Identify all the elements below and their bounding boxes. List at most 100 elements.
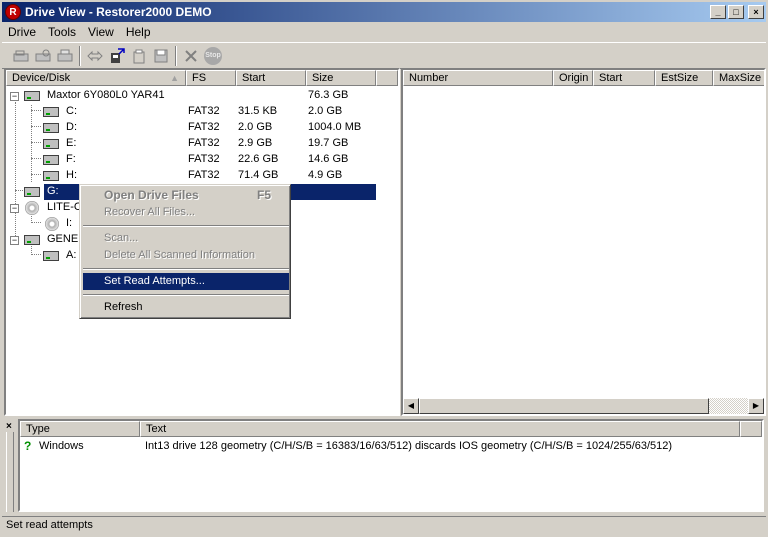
toolbar-separator (79, 45, 81, 66)
partition-name: E: (66, 137, 77, 149)
scan-results-pane[interactable]: Number Origin Start EstSize MaxSize ◀ ▶ (401, 68, 766, 416)
menu-separator (83, 294, 289, 296)
app-icon[interactable]: R (5, 4, 21, 20)
partition-size: 19.7 GB (308, 137, 349, 149)
close-log-icon[interactable]: × (6, 421, 12, 432)
horizontal-scrollbar[interactable]: ◀ ▶ (403, 398, 764, 414)
column-filler (376, 70, 398, 86)
log-splitter[interactable] (6, 432, 14, 512)
title-bar[interactable]: R Drive View - Restorer2000 DEMO _ □ × (2, 2, 766, 22)
partition-start: 2.0 GB (238, 121, 273, 133)
menu-open-drive-files[interactable]: Open Drive Files F5 (83, 187, 289, 204)
menu-tools[interactable]: Tools (42, 23, 82, 41)
print-icon[interactable] (54, 45, 76, 67)
status-bar: Set read attempts (2, 516, 766, 535)
menu-help[interactable]: Help (120, 23, 157, 41)
partition-name: H: (66, 169, 77, 181)
column-start[interactable]: Start (236, 70, 306, 86)
menu-open-drive-files-label: Open Drive Files (104, 188, 199, 202)
column-filler (740, 421, 762, 437)
partition-fs: FAT32 (188, 105, 220, 117)
device-name: Maxtor 6Y080L0 YAR41 (47, 89, 165, 101)
partition-start: 31.5 KB (238, 105, 278, 117)
partition-fs: FAT32 (188, 169, 220, 181)
scroll-track[interactable] (709, 398, 748, 414)
tree-row-partition[interactable]: H: FAT32 71.4 GB 4.9 GB (6, 168, 398, 184)
scroll-left-icon[interactable]: ◀ (403, 398, 419, 414)
partition-start: 22.6 GB (238, 153, 279, 165)
tree-row-partition[interactable]: E: FAT32 2.9 GB 19.7 GB (6, 136, 398, 152)
partition-size: 1004.0 MB (308, 121, 362, 133)
column-number[interactable]: Number (403, 70, 553, 86)
tree-row-partition[interactable]: C: FAT32 31.5 KB 2.0 GB (6, 104, 398, 120)
device-name: GENEI (47, 233, 82, 245)
partition-start: 2.9 GB (238, 137, 273, 149)
cdrom-icon (25, 201, 39, 215)
column-origin[interactable]: Origin (553, 70, 593, 86)
column-estsize[interactable]: EstSize (655, 70, 713, 86)
delete-icon[interactable] (180, 45, 202, 67)
log-text: Int13 drive 128 geometry (C/H/S/B = 1638… (145, 440, 673, 452)
menu-view[interactable]: View (82, 23, 120, 41)
tree-row-disk[interactable]: − Maxtor 6Y080L0 YAR41 76.3 GB (6, 88, 398, 104)
maximize-button[interactable]: □ (728, 5, 744, 19)
cdrom-icon (45, 217, 59, 231)
status-text: Set read attempts (6, 519, 93, 531)
minimize-button[interactable]: _ (710, 5, 726, 19)
menu-refresh[interactable]: Refresh (83, 299, 289, 316)
partition-size: 2.0 GB (308, 105, 343, 117)
column-size[interactable]: Size (306, 70, 376, 86)
log-row[interactable]: ? Windows Int13 drive 128 geometry (C/H/… (20, 439, 762, 455)
main-window: R Drive View - Restorer2000 DEMO _ □ × D… (0, 0, 768, 537)
scroll-right-icon[interactable]: ▶ (748, 398, 764, 414)
column-start[interactable]: Start (593, 70, 655, 86)
swap-icon[interactable] (84, 45, 106, 67)
scan-icon[interactable] (32, 45, 54, 67)
partition-name: C: (66, 105, 77, 117)
collapse-icon[interactable]: − (10, 92, 19, 101)
partition-icon (43, 171, 59, 181)
floppy-drive-icon (43, 251, 59, 261)
column-maxsize[interactable]: MaxSize (713, 70, 764, 86)
partition-size: 4.9 GB (308, 169, 343, 181)
partition-fs: FAT32 (188, 153, 220, 165)
context-menu: Open Drive Files F5 Recover All Files...… (79, 184, 291, 319)
column-fs[interactable]: FS (186, 70, 236, 86)
scroll-thumb[interactable] (419, 398, 709, 414)
partition-name: F: (66, 153, 76, 165)
toolbar: Stop (2, 42, 766, 69)
close-button[interactable]: × (748, 5, 764, 19)
column-device-disk[interactable]: Device/Disk ▲ (6, 70, 186, 86)
save-icon[interactable] (150, 45, 172, 67)
column-text[interactable]: Text (140, 421, 740, 437)
collapse-icon[interactable]: − (10, 204, 19, 213)
menu-separator (83, 268, 289, 270)
window-title: Drive View - Restorer2000 DEMO (25, 5, 212, 19)
menu-drive[interactable]: Drive (2, 23, 42, 41)
partition-icon (43, 139, 59, 149)
paste-icon[interactable] (128, 45, 150, 67)
toolbar-separator (175, 45, 177, 66)
copy-drive-icon[interactable] (106, 45, 128, 67)
collapse-icon[interactable]: − (10, 236, 19, 245)
menu-separator (83, 225, 289, 227)
stop-icon[interactable]: Stop (202, 45, 224, 67)
device-tree-header: Device/Disk ▲ FS Start Size (6, 70, 398, 86)
log-pane[interactable]: Type Text ? Windows Int13 drive 128 geom… (18, 419, 764, 512)
drive-open-icon[interactable] (10, 45, 32, 67)
column-type[interactable]: Type (20, 421, 140, 437)
column-device-disk-label: Device/Disk (12, 72, 71, 84)
menu-recover-all-files[interactable]: Recover All Files... (83, 204, 289, 221)
sort-ascending-icon: ▲ (170, 73, 179, 83)
menu-set-read-attempts[interactable]: Set Read Attempts... (83, 273, 289, 290)
menu-delete-scanned-info[interactable]: Delete All Scanned Information (83, 247, 289, 264)
info-question-icon: ? (24, 439, 32, 453)
partition-name: A: (66, 249, 77, 261)
hard-disk-icon (24, 187, 40, 197)
tree-row-partition[interactable]: D: FAT32 2.0 GB 1004.0 MB (6, 120, 398, 136)
menu-shortcut: F5 (256, 188, 271, 202)
tree-row-partition[interactable]: F: FAT32 22.6 GB 14.6 GB (6, 152, 398, 168)
partition-name: I: (66, 217, 73, 229)
menu-bar: Drive Tools View Help (2, 23, 157, 41)
menu-scan[interactable]: Scan... (83, 230, 289, 247)
